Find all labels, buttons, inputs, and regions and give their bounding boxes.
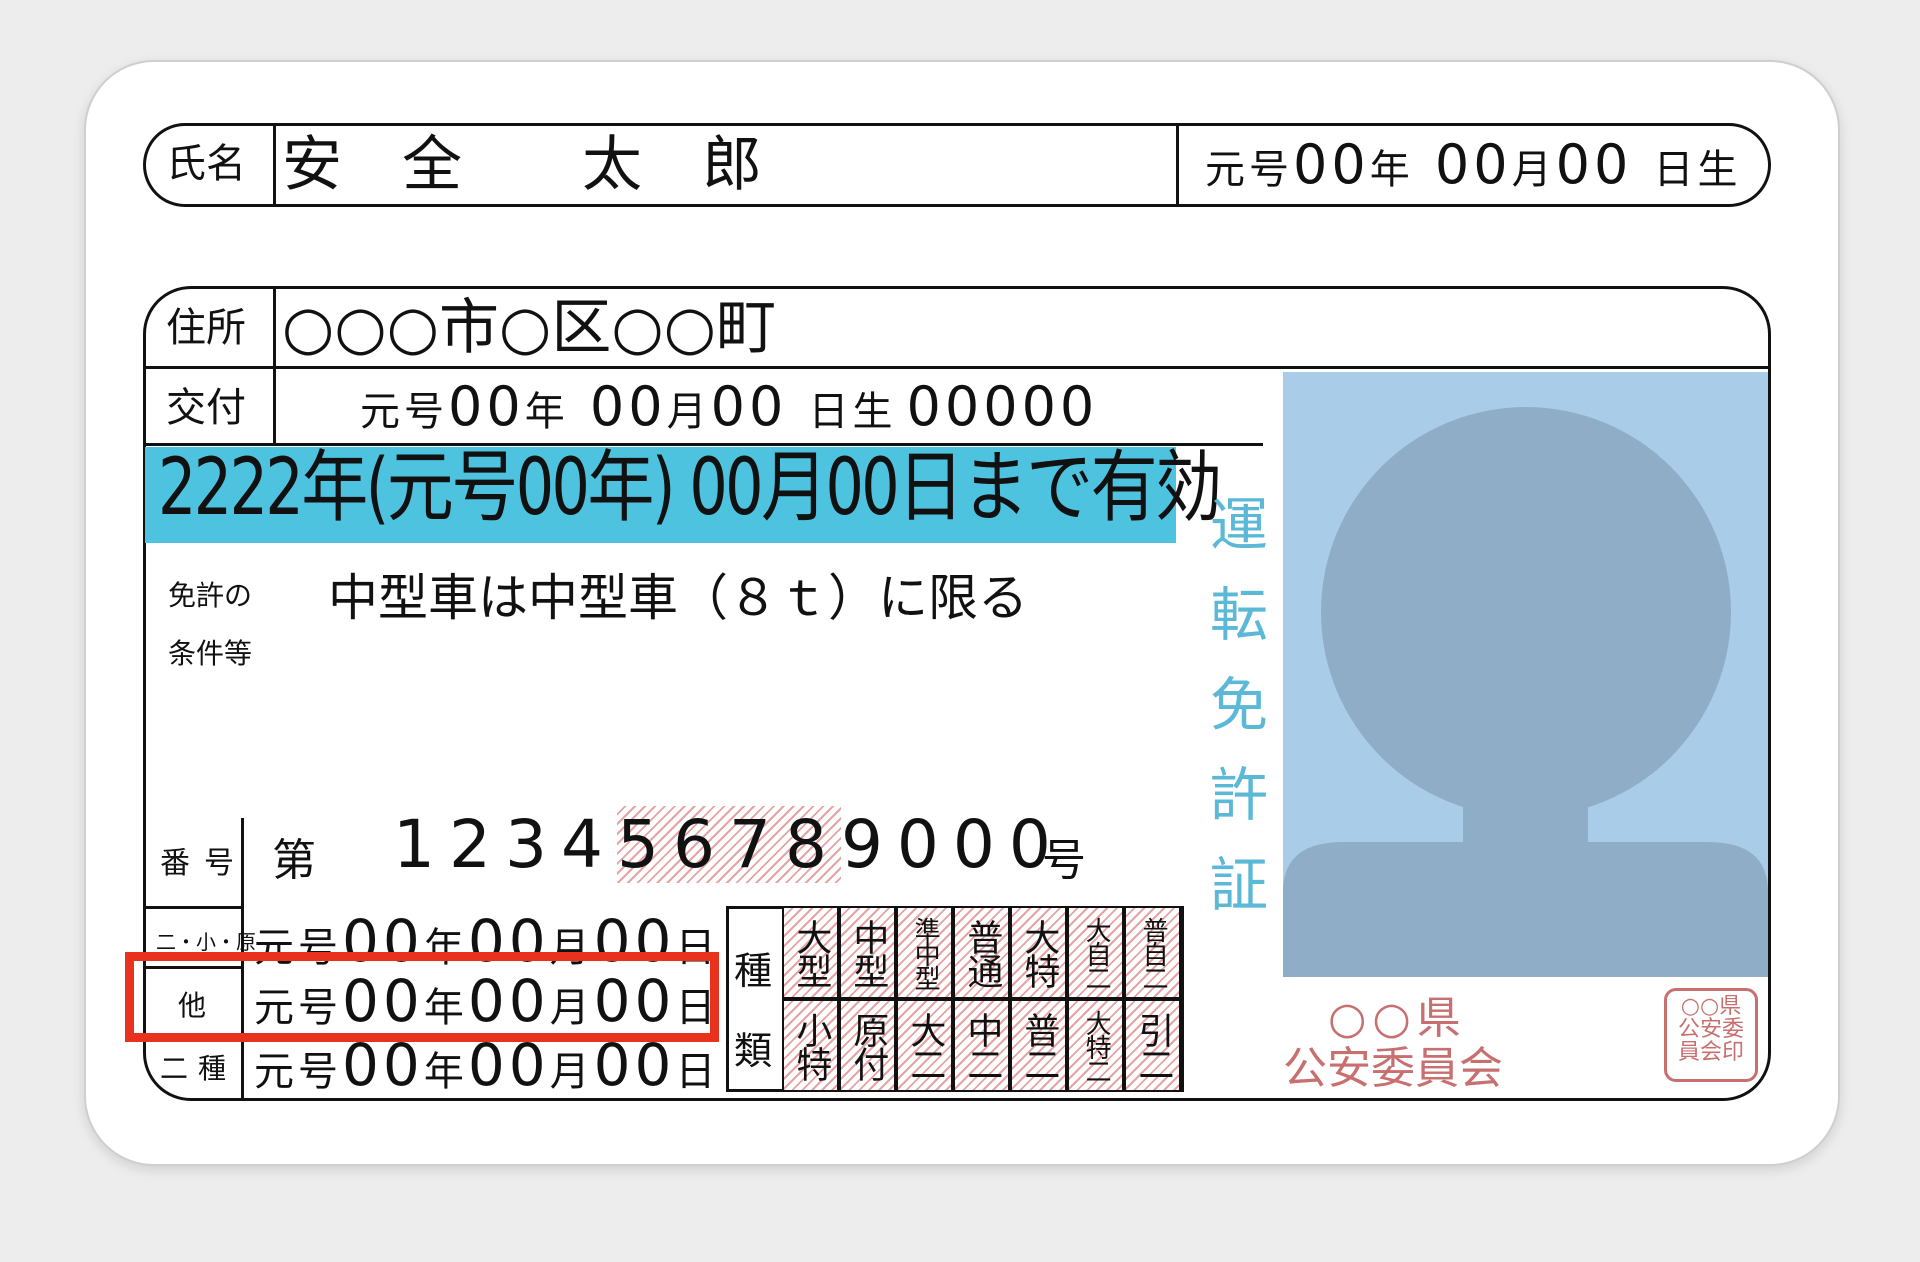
address-value: ○○○市○区○○町 xyxy=(282,293,777,363)
number-prefix: 第 xyxy=(272,835,316,886)
conditions-label-2: 条件等 xyxy=(168,637,253,670)
date-row-label-0: 二・小・原 xyxy=(156,930,256,954)
types-label-top: 種 xyxy=(734,949,773,993)
name-label: 氏名 xyxy=(166,141,246,187)
address-label: 住所 xyxy=(166,305,246,351)
license-type-top-1: 中型 xyxy=(839,906,896,999)
license-type-bottom-2: 大二 xyxy=(896,999,953,1092)
issuer-line-2: 公安委員会 xyxy=(1283,1043,1503,1094)
issuer-seal: ○○県公安委員会印 xyxy=(1664,988,1758,1082)
license-type-top-4: 大特 xyxy=(1010,906,1067,999)
license-type-bottom-0: 小特 xyxy=(782,999,839,1092)
hatched-digits: 5678 xyxy=(616,806,841,883)
birth-date: 元号00年 00月00 日生 xyxy=(1205,133,1742,196)
license-type-top-3: 普通 xyxy=(953,906,1010,999)
conditions-label-1: 免許の xyxy=(168,579,253,612)
number-label: 番号 xyxy=(160,846,248,881)
license-number: 123456789000 xyxy=(393,806,1065,883)
highlight-box xyxy=(125,952,719,1042)
license-type-bottom-1: 原付 xyxy=(839,999,896,1092)
name-value: 安 全 太 郎 xyxy=(282,130,762,200)
conditions-value: 中型車は中型車（８ｔ）に限る xyxy=(328,569,1028,627)
date-row-2: 元号00年00月00日 xyxy=(254,1031,720,1099)
number-suffix: 号 xyxy=(1042,835,1086,886)
date-row-label-2: 二種 xyxy=(160,1052,237,1085)
person-silhouette-icon xyxy=(1283,407,1768,977)
expiry-text: 2222年(元号00年) 00月00日まで有効 xyxy=(158,443,1222,533)
license-type-top-0: 大型 xyxy=(782,906,839,999)
license-type-bottom-5: 大特二 xyxy=(1067,999,1124,1092)
issue-label: 交付 xyxy=(166,385,246,431)
license-type-top-6: 普自二 xyxy=(1124,906,1181,999)
license-type-top-5: 大自二 xyxy=(1067,906,1124,999)
issue-date: 元号00年 00月00 日生 00000 xyxy=(360,375,1099,438)
license-type-bottom-6: 引二 xyxy=(1124,999,1181,1092)
types-label-bottom: 類 xyxy=(734,1029,773,1073)
license-type-bottom-3: 中二 xyxy=(953,999,1010,1092)
license-type-bottom-4: 普二 xyxy=(1010,999,1067,1092)
license-type-top-2: 準中型 xyxy=(896,906,953,999)
photo-area xyxy=(1283,372,1768,977)
card-title: 運転免許証 xyxy=(1200,494,1268,944)
